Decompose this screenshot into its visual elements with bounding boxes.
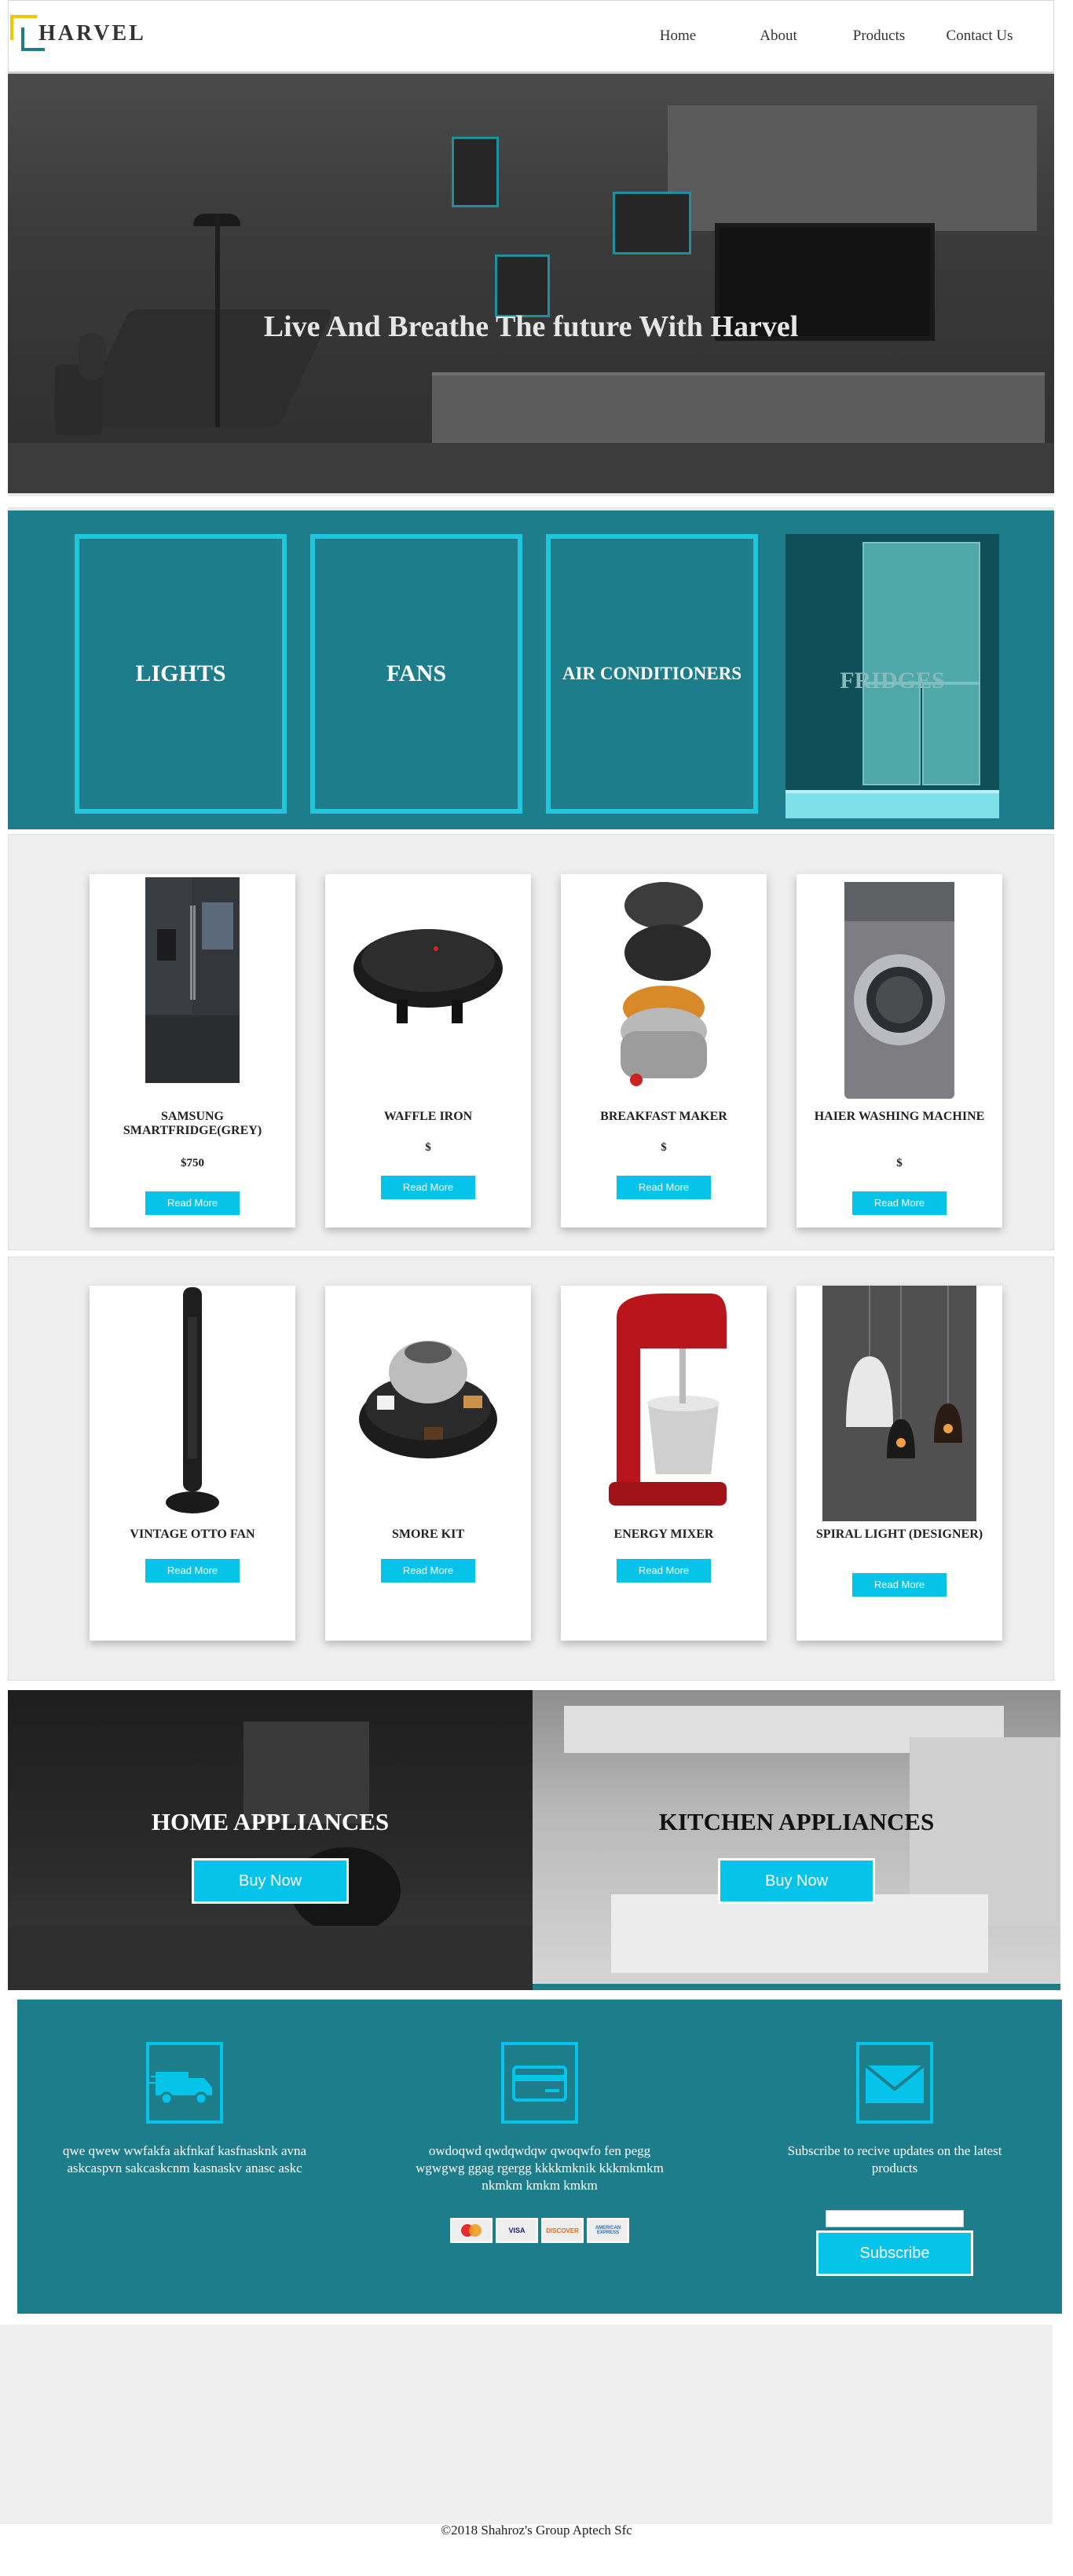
read-more-button[interactable]: Read More — [852, 1191, 947, 1215]
category-fans[interactable]: FANS — [310, 534, 522, 814]
read-more-button[interactable]: Read More — [617, 1559, 711, 1583]
nav-products-link[interactable]: Products — [829, 27, 929, 45]
product-card: HAIER WASHING MACHINE $ Read More — [797, 874, 1002, 1228]
hero-banner: Live And Breathe The future With Harvel — [8, 74, 1054, 496]
logo-text: HARVEL — [38, 21, 146, 46]
product-price: $ — [425, 1141, 431, 1154]
payment-cards: VISA DISCOVER AMERICAN EXPRESS — [410, 2218, 669, 2243]
harvel-logo[interactable]: HARVEL — [10, 10, 159, 57]
product-card: SAMSUNG SMARTFRIDGE(Grey) $750 Read More — [90, 874, 295, 1228]
product-card: SPIRAL LIGHT (DESIGNER) Read More — [797, 1286, 1002, 1641]
hero-shelf-cube — [495, 254, 550, 317]
subscribe-column: Subscribe to recive updates on the lates… — [765, 2042, 1024, 2276]
product-name: SAMSUNG SMARTFRIDGE(Grey) — [123, 1110, 262, 1137]
credit-card-icon — [501, 2042, 578, 2124]
product-image-washing-machine — [837, 882, 962, 1102]
products-row-2: VINTAGE OTTO FAN Read More SMORE KIT Rea… — [8, 1257, 1054, 1681]
category-lights[interactable]: LIGHTS — [75, 534, 287, 814]
delivery-truck-icon — [146, 2042, 223, 2124]
delivery-text: qwe qwew wwfakfa akfnkaf kasfnasknk avna… — [62, 2143, 307, 2175]
read-more-button[interactable]: Read More — [145, 1191, 240, 1215]
fridge-door-bottom — [862, 683, 921, 785]
hero-cabinet — [432, 372, 1045, 443]
product-price: $ — [661, 1141, 667, 1154]
product-name: SMORE KIT — [391, 1528, 464, 1541]
category-label: FANS — [386, 660, 447, 686]
home-appliances-title: HOME APPLIANCES — [151, 1808, 390, 1835]
category-air-conditioners[interactable]: AIR CONDITIONERS — [546, 534, 758, 814]
kitchen-appliances-banner: KITCHEN APPLIANCES Buy Now — [533, 1690, 1060, 1990]
product-image-fridge — [134, 874, 251, 1086]
product-image-waffle-iron — [350, 906, 507, 1047]
subscribe-text: Subscribe to recive updates on the lates… — [787, 2143, 1002, 2175]
product-card: BREAKFAST MAKER $ Read More — [561, 874, 767, 1228]
product-price: $750 — [181, 1157, 204, 1169]
hero-floor — [8, 443, 1054, 493]
kitchen-appliances-title: KITCHEN APPLIANCES — [658, 1808, 935, 1835]
product-name: HAIER WASHING MACHINE — [814, 1110, 985, 1123]
kitchen-strip — [533, 1984, 1060, 1990]
payment-column: owdoqwd qwdqwdqw qwoqwfo fen pegg wgwgwg… — [410, 2042, 669, 2243]
appliances-section: HOME APPLIANCES Buy Now KITCHEN APPLIANC… — [8, 1690, 1060, 1990]
product-card: VINTAGE OTTO FAN Read More — [90, 1286, 295, 1641]
read-more-button[interactable]: Read More — [852, 1573, 947, 1597]
kitchen-buy-now-button[interactable]: Buy Now — [718, 1858, 875, 1904]
kitchen-island — [611, 1894, 988, 1973]
product-card: WAFFLE IRON $ Read More — [325, 874, 531, 1228]
product-name: SPIRAL LIGHT (DESIGNER) — [815, 1528, 983, 1541]
category-label: FRIDGES — [840, 668, 945, 693]
product-name: ENERGY MIXER — [613, 1528, 714, 1541]
top-navbar: HARVEL Home About Products Contact Us — [8, 0, 1054, 74]
hero-title: Live And Breathe The future With Harvel — [263, 310, 799, 343]
products-row-1: SAMSUNG SMARTFRIDGE(Grey) $750 Read More… — [8, 834, 1054, 1250]
product-image-stand-mixer — [593, 1286, 734, 1521]
read-more-button[interactable]: Read More — [381, 1176, 475, 1199]
delivery-column: qwe qwew wwfakfa akfnkaf kasfnasknk avna… — [55, 2042, 314, 2177]
page-bottom-area — [0, 2325, 1053, 2524]
amex-logo: AMERICAN EXPRESS — [587, 2218, 629, 2243]
category-section: LIGHTS FANS AIR CONDITIONERS FRIDGES — [8, 507, 1054, 829]
nav-about-link[interactable]: About — [728, 27, 829, 45]
hero-shelf-cube — [452, 137, 499, 207]
product-card: SMORE KIT Read More — [325, 1286, 531, 1641]
read-more-button[interactable]: Read More — [617, 1176, 711, 1199]
copyright-text: ©2018 Shahroz's Group Aptech Sfc — [441, 2523, 632, 2538]
product-name: WAFFLE IRON — [383, 1110, 473, 1123]
product-price: $ — [896, 1157, 903, 1169]
category-label: LIGHTS — [135, 660, 226, 686]
home-floor — [8, 1926, 533, 1990]
main-menu: Home About Products Contact Us — [628, 27, 1030, 45]
hero-wall-shelf — [668, 105, 1037, 231]
product-name: BREAKFAST MAKER — [600, 1110, 727, 1123]
subscribe-button[interactable]: Subscribe — [816, 2230, 973, 2276]
visa-logo: VISA — [496, 2218, 538, 2243]
hero-shelf-cube — [613, 192, 691, 254]
fridge-door-top — [862, 542, 980, 683]
category-label: AIR CONDITIONERS — [562, 664, 742, 683]
envelope-icon — [856, 2042, 933, 2124]
home-appliances-banner: HOME APPLIANCES Buy Now — [8, 1690, 533, 1990]
info-section: qwe qwew wwfakfa akfnkaf kasfnasknk avna… — [17, 2000, 1062, 2314]
fridge-base — [786, 790, 999, 818]
read-more-button[interactable]: Read More — [145, 1559, 240, 1583]
product-card: ENERGY MIXER Read More — [561, 1286, 767, 1641]
fridge-door-bottom — [922, 683, 980, 785]
product-image-tower-fan — [161, 1286, 224, 1521]
discover-logo: DISCOVER — [541, 2218, 584, 2243]
product-name: VINTAGE OTTO FAN — [130, 1528, 255, 1541]
read-more-button[interactable]: Read More — [381, 1559, 475, 1583]
category-fridges[interactable]: FRIDGES — [786, 534, 999, 818]
mastercard-logo — [450, 2218, 493, 2243]
home-buy-now-button[interactable]: Buy Now — [192, 1858, 349, 1904]
nav-contact-link[interactable]: Contact Us — [929, 27, 1030, 45]
nav-home-link[interactable]: Home — [628, 27, 728, 45]
product-image-pendant-lights — [822, 1286, 976, 1521]
product-image-smore-kit — [353, 1309, 503, 1482]
payment-text: owdoqwd qwdqwdqw qwoqwfo fen pegg wgwgwg… — [416, 2143, 664, 2193]
subscribe-email-input[interactable] — [826, 2210, 964, 2227]
product-image-breakfast-maker — [605, 874, 723, 1098]
